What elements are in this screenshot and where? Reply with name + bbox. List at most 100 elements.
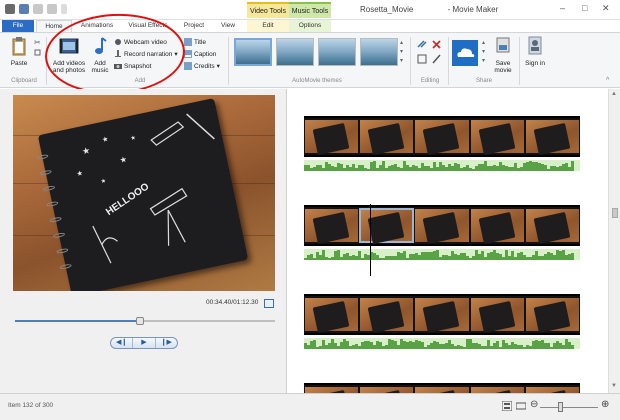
audio-track[interactable] bbox=[304, 249, 580, 260]
svg-text:★: ★ bbox=[119, 155, 128, 165]
video-frame[interactable] bbox=[415, 298, 469, 331]
playback-controls: ◀❙ ▶ ❙▶ bbox=[110, 337, 178, 349]
video-filmstrip[interactable] bbox=[304, 116, 580, 157]
save-movie-button[interactable]: Save movie bbox=[490, 36, 516, 74]
svg-text:★: ★ bbox=[100, 177, 107, 185]
vertical-scrollbar[interactable]: ▲ ▼ bbox=[608, 89, 620, 393]
credits-button[interactable]: Credits ▾ bbox=[184, 62, 220, 70]
app-menu-icon[interactable] bbox=[5, 4, 15, 14]
redo-icon[interactable] bbox=[47, 4, 57, 14]
caption-label: Caption bbox=[194, 50, 217, 58]
svg-text:★: ★ bbox=[101, 135, 109, 144]
close-icon[interactable]: ✕ bbox=[602, 3, 610, 14]
fullscreen-button[interactable] bbox=[264, 299, 274, 308]
onedrive-share-button[interactable] bbox=[452, 40, 478, 66]
seek-bar[interactable] bbox=[15, 317, 275, 325]
theme-gallery-scroll[interactable]: ▴ ▾ ▾ bbox=[400, 39, 403, 66]
minimize-icon[interactable]: – bbox=[560, 3, 565, 13]
share-gallery-scroll[interactable]: ▴ ▾ ▾ bbox=[482, 39, 485, 66]
previous-frame-button[interactable]: ◀❙ bbox=[111, 338, 134, 348]
playhead[interactable] bbox=[370, 204, 371, 276]
cut-copy-icons[interactable]: ✂ bbox=[34, 38, 42, 64]
svg-text:★: ★ bbox=[81, 145, 91, 156]
zoom-out-icon[interactable]: ⊖ bbox=[530, 399, 538, 410]
editing-tools-icons[interactable] bbox=[416, 39, 446, 69]
automovie-theme-2[interactable] bbox=[276, 38, 314, 66]
selected-video-frame[interactable] bbox=[359, 208, 415, 243]
video-frame[interactable] bbox=[305, 209, 359, 242]
tab-edit[interactable]: Edit bbox=[247, 20, 289, 32]
audio-track[interactable] bbox=[304, 160, 580, 171]
undo-icon[interactable] bbox=[33, 4, 43, 14]
video-frame[interactable] bbox=[305, 120, 359, 153]
cloud-icon bbox=[457, 48, 475, 57]
video-filmstrip[interactable] bbox=[304, 294, 580, 335]
video-frame[interactable] bbox=[415, 209, 469, 242]
audio-track[interactable] bbox=[304, 338, 580, 349]
title-icon bbox=[184, 38, 192, 46]
user-icon bbox=[528, 36, 542, 55]
video-frame[interactable] bbox=[360, 298, 414, 331]
play-button[interactable]: ▶ bbox=[133, 338, 156, 348]
themes-group-label: AutoMovie themes bbox=[292, 78, 342, 84]
tab-options[interactable]: Options bbox=[289, 20, 331, 32]
quick-access-toolbar bbox=[5, 4, 67, 14]
sign-in-label: Sign in bbox=[525, 60, 545, 67]
video-frame[interactable] bbox=[360, 120, 414, 153]
tab-project[interactable]: Project bbox=[178, 20, 210, 32]
storyboard-view-icon[interactable] bbox=[502, 401, 512, 411]
tab-view[interactable]: View bbox=[214, 20, 242, 32]
preview-image: ★ ★ ★ ★ ★ ★ HELLOOO bbox=[13, 95, 275, 291]
clipboard-icon bbox=[12, 37, 26, 56]
zoom-slider-thumb[interactable] bbox=[558, 402, 563, 412]
scroll-thumb[interactable] bbox=[612, 208, 618, 218]
zoom-slider[interactable] bbox=[540, 407, 598, 408]
storyboard-row-partial bbox=[304, 383, 580, 393]
caption-button[interactable]: Caption bbox=[184, 50, 216, 58]
scroll-up-icon[interactable]: ▲ bbox=[611, 91, 617, 97]
automovie-theme-1[interactable] bbox=[234, 38, 272, 66]
customize-qat-icon[interactable] bbox=[61, 4, 67, 14]
app-name: - Movie Maker bbox=[447, 5, 499, 14]
scroll-down-icon[interactable]: ▼ bbox=[611, 383, 617, 389]
preview-pane: ★ ★ ★ ★ ★ ★ HELLOOO 00:34.40/01:12.30 ◀❙ bbox=[0, 89, 287, 393]
video-frame[interactable] bbox=[305, 298, 359, 331]
video-tools-tab-group: Video Tools bbox=[247, 2, 289, 18]
video-filmstrip[interactable] bbox=[304, 383, 580, 393]
save-icon[interactable] bbox=[19, 4, 29, 14]
video-frame[interactable] bbox=[470, 298, 524, 331]
credits-label: Credits bbox=[194, 62, 215, 70]
maximize-icon[interactable]: □ bbox=[582, 3, 587, 13]
status-bar: Item 132 of 300 ⊖ ⊕ bbox=[0, 393, 620, 420]
next-frame-button[interactable]: ❙▶ bbox=[156, 338, 177, 348]
automovie-theme-4[interactable] bbox=[360, 38, 398, 66]
caption-icon bbox=[184, 50, 192, 58]
paste-button[interactable]: Paste bbox=[6, 36, 32, 67]
video-frame[interactable] bbox=[525, 298, 580, 331]
svg-text:★: ★ bbox=[130, 134, 137, 142]
share-group-label: Share bbox=[475, 78, 492, 84]
video-filmstrip[interactable] bbox=[304, 205, 580, 246]
video-frame[interactable] bbox=[525, 209, 580, 242]
seek-thumb[interactable] bbox=[135, 317, 144, 325]
seek-progress bbox=[15, 320, 140, 322]
group-separator bbox=[410, 37, 411, 85]
video-frame[interactable] bbox=[470, 209, 524, 242]
group-separator bbox=[519, 37, 520, 85]
thumbnail-size-icon[interactable] bbox=[516, 401, 526, 411]
video-frame[interactable] bbox=[525, 120, 580, 153]
chevron-up-icon[interactable]: ^ bbox=[606, 77, 609, 84]
waveform-bar bbox=[571, 344, 574, 349]
album-doodle: ★ ★ ★ ★ ★ ★ HELLOOO bbox=[76, 113, 215, 264]
zoom-in-icon[interactable]: ⊕ bbox=[601, 399, 609, 410]
svg-text:HELLOOO: HELLOOO bbox=[104, 181, 151, 218]
paste-label: Paste bbox=[10, 60, 28, 67]
title-button[interactable]: Title bbox=[184, 38, 206, 46]
tab-file[interactable]: File bbox=[2, 20, 34, 32]
video-frame[interactable] bbox=[415, 120, 469, 153]
sign-in-button[interactable]: Sign in bbox=[523, 36, 547, 67]
save-movie-label: Save movie bbox=[494, 60, 512, 74]
timecode: 00:34.40/01:12.30 bbox=[206, 299, 259, 306]
automovie-theme-3[interactable] bbox=[318, 38, 356, 66]
video-frame[interactable] bbox=[470, 120, 524, 153]
